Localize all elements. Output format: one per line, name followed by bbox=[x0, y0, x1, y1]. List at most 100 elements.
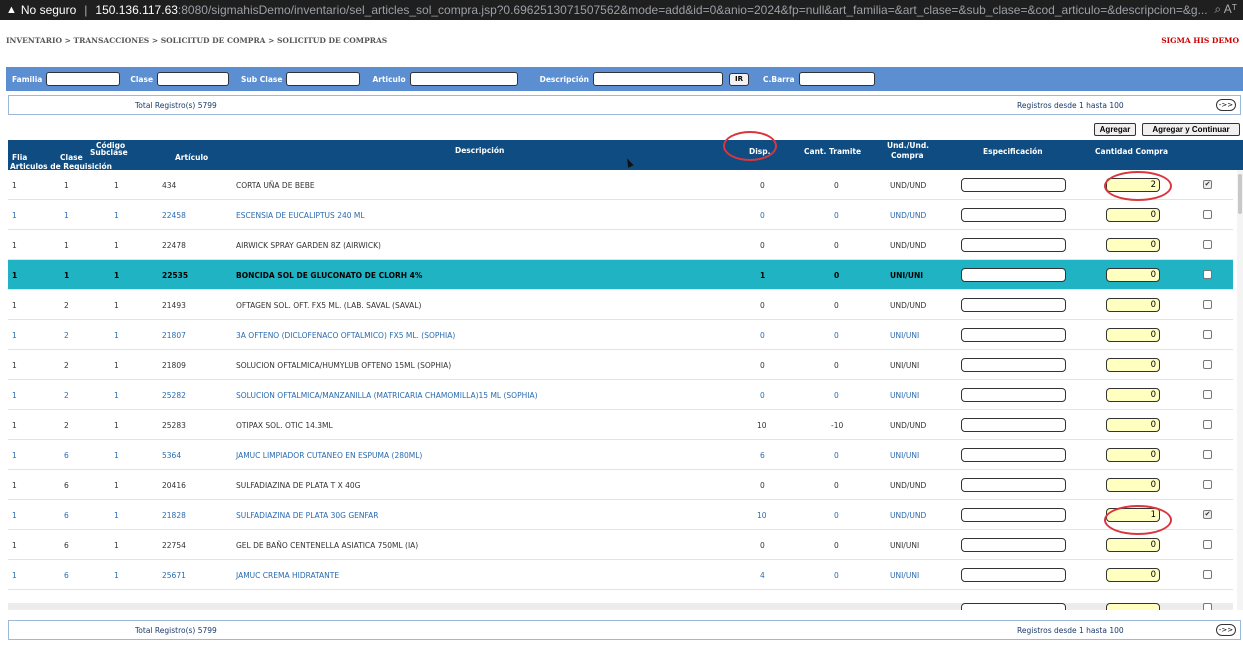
row-checkbox[interactable] bbox=[1203, 540, 1212, 549]
cantidad-compra-input[interactable]: 0 bbox=[1106, 238, 1160, 252]
table-row[interactable]: 1 2 1 21493 OFTAGEN SOL. OFT. FX5 ML. (LAB. … bbox=[8, 290, 1233, 320]
cantidad-compra-input[interactable]: 0 bbox=[1106, 418, 1160, 432]
row-checkbox[interactable] bbox=[1203, 270, 1212, 279]
table-row[interactable]: 1 2 1 25283 OTIPAX SOL. OTIC 14.3ML 10 -10 UND/… bbox=[8, 410, 1233, 440]
table-row[interactable]: 1 6 1 5364 JAMUC LIMPIADOR CUTANEO EN ESPUMA… bbox=[8, 440, 1233, 470]
cell-articulo[interactable]: 5364 bbox=[162, 451, 181, 460]
security-label[interactable]: No seguro bbox=[21, 3, 76, 17]
row-checkbox[interactable] bbox=[1203, 570, 1212, 579]
cell-articulo[interactable]: 22458 bbox=[162, 211, 186, 220]
cell-articulo[interactable]: 25671 bbox=[162, 571, 186, 580]
cell-articulo[interactable]: 25282 bbox=[162, 391, 186, 400]
cell-articulo[interactable]: 21809 bbox=[162, 361, 186, 370]
row-checkbox[interactable]: ✔ bbox=[1203, 510, 1212, 519]
especificacion-input[interactable] bbox=[961, 603, 1066, 610]
table-row[interactable]: 1 1 1 22478 AIRWICK SPRAY GARDEN 8Z (AIRWICK… bbox=[8, 230, 1233, 260]
especificacion-input[interactable] bbox=[961, 418, 1066, 432]
row-checkbox[interactable] bbox=[1203, 480, 1212, 489]
especificacion-input[interactable] bbox=[961, 328, 1066, 342]
table-row[interactable]: 1 2 1 21809 SOLUCION OFTALMICA/HUMYLUB OFTEN… bbox=[8, 350, 1233, 380]
row-checkbox[interactable] bbox=[1203, 240, 1212, 249]
row-checkbox[interactable] bbox=[1203, 330, 1212, 339]
especificacion-input[interactable] bbox=[961, 508, 1066, 522]
scrollbar[interactable] bbox=[1237, 170, 1243, 610]
cantidad-compra-input[interactable]: 0 bbox=[1106, 388, 1160, 402]
row-checkbox[interactable] bbox=[1203, 360, 1212, 369]
especificacion-input[interactable] bbox=[961, 388, 1066, 402]
table-row[interactable]: 1 1 1 434 CORTA UÑA DE BEBE 0 0 UND/UND 2 ✔ bbox=[8, 170, 1233, 200]
cell-articulo[interactable]: 20416 bbox=[162, 481, 186, 490]
cantidad-compra-input[interactable]: 0 bbox=[1106, 328, 1160, 342]
row-checkbox[interactable]: ✔ bbox=[1203, 180, 1212, 189]
cantidad-compra-input[interactable]: 0 bbox=[1106, 448, 1160, 462]
next-page-button[interactable]: ->> bbox=[1216, 99, 1236, 111]
cell-descripcion[interactable]: 3A OFTENO (DICLOFENACO OFTALMICO) FX5 ML… bbox=[236, 331, 455, 340]
especificacion-input[interactable] bbox=[961, 298, 1066, 312]
row-checkbox[interactable] bbox=[1203, 210, 1212, 219]
cell-descripcion[interactable]: OTIPAX SOL. OTIC 14.3ML bbox=[236, 421, 333, 430]
subclase-input[interactable] bbox=[286, 72, 361, 86]
cantidad-compra-input[interactable]: 2 bbox=[1106, 178, 1160, 192]
cantidad-compra-input[interactable]: 0 bbox=[1106, 568, 1160, 582]
cbarra-input[interactable] bbox=[798, 72, 875, 86]
cell-descripcion[interactable]: BONCIDA SOL DE GLUCONATO DE CLORH 4% bbox=[236, 271, 422, 280]
cantidad-compra-input[interactable]: 0 bbox=[1106, 208, 1160, 222]
cantidad-compra-input[interactable]: 0 bbox=[1106, 538, 1160, 552]
cantidad-compra-input[interactable] bbox=[1106, 603, 1160, 610]
row-checkbox[interactable] bbox=[1203, 420, 1212, 429]
table-row[interactable]: 1 2 1 25282 SOLUCION OFTALMICA/MANZANILLA (M… bbox=[8, 380, 1233, 410]
especificacion-input[interactable] bbox=[961, 478, 1066, 492]
cell-descripcion[interactable]: ESCENSIA DE EUCALIPTUS 240 ML bbox=[236, 211, 365, 220]
browser-address-bar[interactable]: ▲ No seguro | 150.136.117.63:8080/sigmah… bbox=[0, 0, 1243, 20]
row-checkbox[interactable] bbox=[1203, 390, 1212, 399]
table-row[interactable]: 1 6 1 25671 JAMUC CREMA HIDRATANTE 4 0 UNI/UNI 0 bbox=[8, 560, 1233, 590]
cantidad-compra-input[interactable]: 0 bbox=[1106, 268, 1160, 282]
especificacion-input[interactable] bbox=[961, 358, 1066, 372]
especificacion-input[interactable] bbox=[961, 568, 1066, 582]
cell-descripcion[interactable]: JAMUC LIMPIADOR CUTANEO EN ESPUMA (280ML… bbox=[236, 451, 422, 460]
cantidad-compra-input[interactable]: 0 bbox=[1106, 298, 1160, 312]
cantidad-compra-input[interactable]: 0 bbox=[1106, 358, 1160, 372]
cell-descripcion[interactable]: SULFADIAZINA DE PLATA 30G GENFAR bbox=[236, 511, 378, 520]
cell-descripcion[interactable]: JAMUC CREMA HIDRATANTE bbox=[236, 571, 339, 580]
agregar-continuar-button[interactable]: Agregar y Continuar bbox=[1142, 123, 1240, 136]
table-row[interactable]: 1 1 1 22458 ESCENSIA DE EUCALIPTUS 240 ML 0 0 U… bbox=[8, 200, 1233, 230]
cell-articulo[interactable]: 25283 bbox=[162, 421, 186, 430]
ir-button[interactable]: IR bbox=[729, 72, 749, 86]
next-page-button-bottom[interactable]: ->> bbox=[1216, 624, 1236, 636]
cell-descripcion[interactable]: OFTAGEN SOL. OFT. FX5 ML. (LAB. SAVAL (S… bbox=[236, 301, 421, 310]
especificacion-input[interactable] bbox=[961, 238, 1066, 252]
familia-input[interactable] bbox=[46, 72, 121, 86]
cell-descripcion[interactable]: SOLUCION OFTALMICA/HUMYLUB OFTENO 15ML (… bbox=[236, 361, 451, 370]
descripcion-input[interactable] bbox=[593, 72, 723, 86]
articulo-input[interactable] bbox=[409, 72, 518, 86]
table-row[interactable]: 1 6 1 21828 SULFADIAZINA DE PLATA 30G GENFAR… bbox=[8, 500, 1233, 530]
row-checkbox[interactable] bbox=[1203, 450, 1212, 459]
row-checkbox[interactable] bbox=[1203, 300, 1212, 309]
cell-descripcion[interactable]: GEL DE BAÑO CENTENELLA ASIATICA 750ML (I… bbox=[236, 541, 418, 550]
cell-descripcion[interactable]: AIRWICK SPRAY GARDEN 8Z (AIRWICK) bbox=[236, 241, 381, 250]
especificacion-input[interactable] bbox=[961, 268, 1066, 282]
especificacion-input[interactable] bbox=[961, 178, 1066, 192]
cell-descripcion[interactable]: CORTA UÑA DE BEBE bbox=[236, 181, 315, 190]
cantidad-compra-input[interactable]: 1 bbox=[1106, 508, 1160, 522]
cantidad-compra-input[interactable]: 0 bbox=[1106, 478, 1160, 492]
table-row[interactable]: 1 6 1 22754 GEL DE BAÑO CENTENELLA ASIATICA … bbox=[8, 530, 1233, 560]
clase-input[interactable] bbox=[157, 72, 230, 86]
especificacion-input[interactable] bbox=[961, 538, 1066, 552]
especificacion-input[interactable] bbox=[961, 448, 1066, 462]
cell-articulo[interactable]: 22754 bbox=[162, 541, 186, 550]
cell-articulo[interactable]: 22535 bbox=[162, 271, 188, 280]
url-path[interactable]: :8080/sigmahisDemo/inventario/sel_articl… bbox=[178, 3, 1208, 17]
agregar-button[interactable]: Agregar bbox=[1094, 123, 1136, 136]
table-row[interactable]: 1 2 1 21807 3A OFTENO (DICLOFENACO OFTALMICO… bbox=[8, 320, 1233, 350]
especificacion-input[interactable] bbox=[961, 208, 1066, 222]
row-checkbox[interactable] bbox=[1203, 603, 1212, 610]
table-row[interactable]: 1 1 1 22535 BONCIDA SOL DE GLUCONATO DE CLOR… bbox=[8, 260, 1233, 290]
cell-descripcion[interactable]: SOLUCION OFTALMICA/MANZANILLA (MATRICARI… bbox=[236, 391, 538, 400]
cell-articulo[interactable]: 21807 bbox=[162, 331, 186, 340]
cell-descripcion[interactable]: SULFADIAZINA DE PLATA T X 40G bbox=[236, 481, 360, 490]
cell-articulo[interactable]: 21493 bbox=[162, 301, 186, 310]
cell-articulo[interactable]: 434 bbox=[162, 181, 176, 190]
cell-articulo[interactable]: 21828 bbox=[162, 511, 186, 520]
